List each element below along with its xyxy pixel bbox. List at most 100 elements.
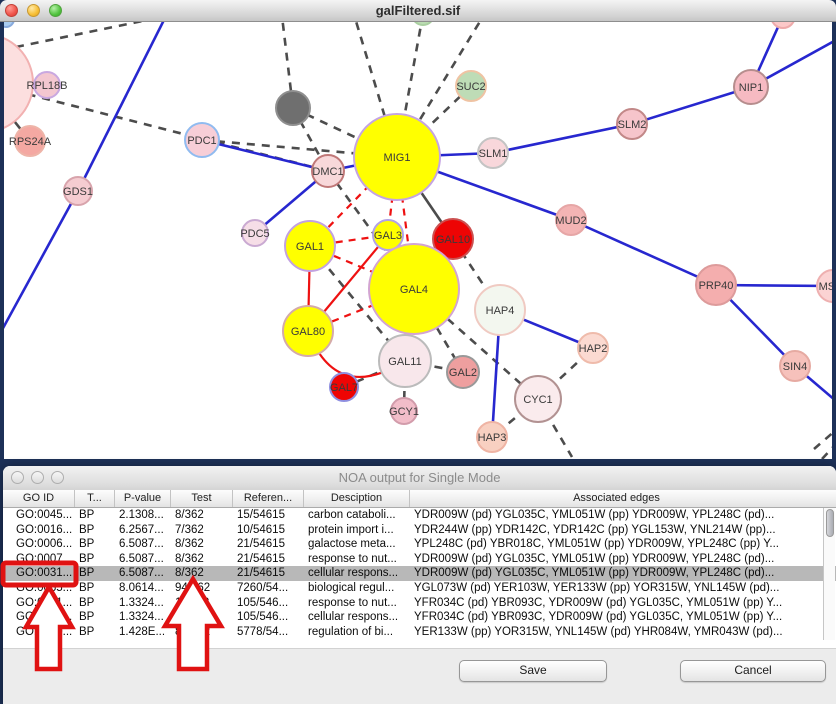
- node-label: CYC1: [523, 394, 552, 406]
- table-cell: 6.2567...: [115, 523, 171, 538]
- graph-node-GAL7[interactable]: GAL7: [330, 373, 358, 401]
- graph-node-SIN4[interactable]: SIN4: [780, 351, 810, 381]
- node-label: GCY1: [389, 406, 419, 418]
- column-header-0[interactable]: GO ID: [3, 490, 75, 507]
- table-row[interactable]: GO:0045...BP2.1308...8/36215/54615carbon…: [3, 508, 836, 523]
- node-label: SLM2: [618, 119, 647, 131]
- noa-window-titlebar[interactable]: NOA output for Single Mode: [3, 466, 836, 491]
- table-cell: BP: [75, 552, 115, 567]
- table-cell: YFR034C (pd) YBR093C, YDR009W (pd) YGL03…: [410, 610, 823, 625]
- graph-node-GAL11[interactable]: GAL11: [379, 335, 431, 387]
- table-cell: YDR009W (pd) YGL035C, YML051W (pp) YDR00…: [410, 566, 823, 581]
- network-canvas[interactable]: RPL18B RPS24A GDS1 PDC1 DMC1 MIG1 SUC2 SLM1 SLM2…: [0, 0, 836, 459]
- graph-node-GAL2[interactable]: GAL2: [447, 356, 479, 388]
- graph-node-GCY1[interactable]: GCY1: [389, 398, 419, 424]
- table-cell: 7/362: [171, 523, 233, 538]
- graph-node-PDC5[interactable]: PDC5: [240, 220, 269, 246]
- node-circle[interactable]: [276, 91, 310, 125]
- save-button[interactable]: Save: [459, 660, 607, 682]
- table-cell: 105/546...: [233, 596, 304, 611]
- table-row[interactable]: GO:0050...BP1.428E...80/3625778/54...reg…: [3, 625, 836, 640]
- node-label: MIG1: [384, 152, 411, 164]
- table-cell: 105/546...: [233, 610, 304, 625]
- table-body: GO:0045...BP2.1308...8/36215/54615carbon…: [3, 508, 836, 639]
- graph-node-PRP40[interactable]: PRP40: [696, 265, 736, 305]
- node-label: RPS24A: [9, 136, 52, 148]
- node-label: HAP4: [486, 305, 515, 317]
- column-header-5[interactable]: Desciption: [304, 490, 410, 507]
- column-header-6[interactable]: Associated edges: [410, 490, 823, 507]
- node-label: SIN4: [783, 361, 807, 373]
- table-cell: 8/362: [171, 508, 233, 523]
- scrollbar-thumb[interactable]: [826, 509, 835, 537]
- table-cell: BP: [75, 537, 115, 552]
- table-row[interactable]: GO:0016...BP6.2567...7/36210/54615protei…: [3, 523, 836, 538]
- table-cell: 8/362: [171, 552, 233, 567]
- graph-node-DMC1[interactable]: DMC1: [312, 155, 344, 187]
- table-cell: biological regul...: [304, 581, 410, 596]
- table-cell: 21/54615: [233, 566, 304, 581]
- table-cell: GO:0031...: [3, 596, 75, 611]
- table-cell: response to nut...: [304, 552, 410, 567]
- table-cell: 2.1308...: [115, 508, 171, 523]
- graph-node-GAL1[interactable]: GAL1: [285, 221, 335, 271]
- graph-node-MUD2[interactable]: MUD2: [555, 205, 586, 235]
- graph-node-HAP4[interactable]: HAP4: [475, 285, 525, 335]
- table-cell: 5778/54...: [233, 625, 304, 640]
- table-cell: GO:0065...: [3, 581, 75, 596]
- node-label: GAL11: [388, 356, 421, 368]
- node-label: RPL18B: [27, 80, 68, 92]
- column-header-1[interactable]: T...: [75, 490, 115, 507]
- vertical-scrollbar[interactable]: [823, 508, 835, 640]
- graph-node-SUC2[interactable]: SUC2: [456, 71, 486, 101]
- table-cell: YDR009W (pd) YGL035C, YML051W (pp) YDR00…: [410, 508, 823, 523]
- table-cell: 94/362: [171, 581, 233, 596]
- column-header-2[interactable]: P-value: [115, 490, 171, 507]
- table-cell: YFR034C (pd) YBR093C, YDR009W (pd) YGL03…: [410, 596, 823, 611]
- table-row[interactable]: GO:0031...BP1.3324...11/362105/546...res…: [3, 596, 836, 611]
- node-label: GAL80: [291, 326, 325, 338]
- graph-node-GDS1[interactable]: GDS1: [63, 177, 93, 205]
- table-cell: BP: [75, 508, 115, 523]
- table-cell: YGL073W (pd) YER103W, YER133W (pp) YOR31…: [410, 581, 823, 596]
- node-label: NIP1: [739, 82, 763, 94]
- graph-node-MIG1[interactable]: MIG1: [354, 114, 440, 200]
- graph-node-unlabeled[interactable]: [276, 91, 310, 125]
- table-row[interactable]: GO:0006...BP6.5087...8/36221/54615galact…: [3, 537, 836, 552]
- table-cell: BP: [75, 610, 115, 625]
- graph-background: [4, 20, 832, 459]
- table-cell: YDR009W (pd) YGL035C, YML051W (pp) YDR00…: [410, 552, 823, 567]
- table-row[interactable]: GO:0031...BP6.5087...8/36221/54615cellul…: [3, 566, 836, 581]
- graph-node-NIP1[interactable]: NIP1: [734, 70, 768, 104]
- graph-node-GAL4[interactable]: GAL4: [369, 244, 459, 334]
- table-cell: YPL248C (pd) YBR018C, YML051W (pp) YDR00…: [410, 537, 823, 552]
- table-cell: 7260/54...: [233, 581, 304, 596]
- graph-node-SLM2[interactable]: SLM2: [617, 109, 647, 139]
- node-label: GAL7: [330, 382, 358, 394]
- node-label: MUD2: [555, 215, 586, 227]
- table-cell: 11/362: [171, 596, 233, 611]
- column-header-3[interactable]: Test: [171, 490, 233, 507]
- column-header-4[interactable]: Referen...: [233, 490, 304, 507]
- table-cell: 1.3324...: [115, 610, 171, 625]
- graph-node-CYC1[interactable]: CYC1: [515, 376, 561, 422]
- node-label: HAP2: [579, 343, 608, 355]
- graph-node-GAL80[interactable]: GAL80: [283, 306, 333, 356]
- graph-node-PDC1[interactable]: PDC1: [185, 123, 219, 157]
- graph-node-HAP3[interactable]: HAP3: [477, 422, 507, 452]
- table-cell: BP: [75, 566, 115, 581]
- table-row[interactable]: GO:0065...BP8.0614...94/3627260/54...bio…: [3, 581, 836, 596]
- table-row[interactable]: GO:0007...BP6.5087...8/36221/54615respon…: [3, 552, 836, 567]
- graph-node-HAP2[interactable]: HAP2: [578, 333, 608, 363]
- table-cell: GO:0031...: [3, 566, 75, 581]
- table-cell: carbon cataboli...: [304, 508, 410, 523]
- table-cell: 21/54615: [233, 537, 304, 552]
- graph-node-GAL3[interactable]: GAL3: [373, 220, 403, 250]
- noa-window-title: NOA output for Single Mode: [3, 466, 836, 490]
- table-cell: regulation of bi...: [304, 625, 410, 640]
- table-cell: BP: [75, 596, 115, 611]
- cancel-button[interactable]: Cancel: [680, 660, 826, 682]
- graph-node-SLM1[interactable]: SLM1: [478, 138, 508, 168]
- graph-window-titlebar[interactable]: galFiltered.sif: [0, 0, 836, 22]
- table-row[interactable]: GO:0031...BP1.3324...11/362105/546...cel…: [3, 610, 836, 625]
